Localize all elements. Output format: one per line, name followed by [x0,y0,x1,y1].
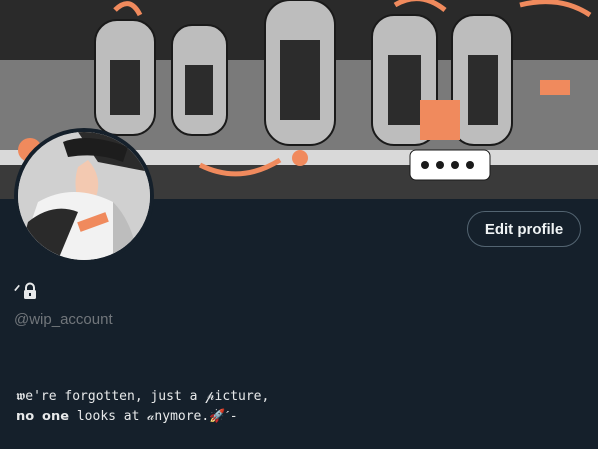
bio-line: 𝖜e're forgotten, just a 𝓅icture, [16,389,270,404]
lock-icon [22,282,38,300]
profile-bio: 𝖜e're forgotten, just a 𝓅icture, 𝗻𝗼 𝗼𝗻𝗲 l… [16,387,269,427]
bio-line: 𝗻𝗼 𝗼𝗻𝗲 looks at 𝒶nymore.🚀ˊ- [16,409,238,424]
profile-handle: @wip_account [14,311,113,328]
edit-profile-button[interactable]: Edit profile [467,211,581,247]
display-name: ᐟ [14,283,21,300]
profile-avatar[interactable] [14,128,154,264]
display-name-row: ᐟ [14,282,38,300]
